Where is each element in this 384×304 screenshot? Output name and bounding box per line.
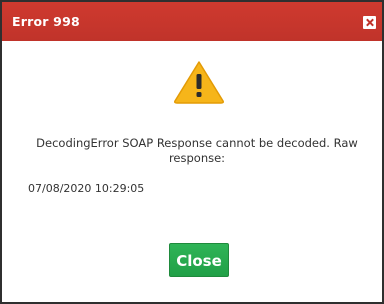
error-timestamp: 07/08/2020 10:29:05	[28, 182, 145, 195]
dialog-title: Error 998	[12, 14, 80, 29]
close-icon[interactable]	[363, 16, 376, 29]
close-button[interactable]: Close	[169, 243, 229, 277]
error-message: DecodingError SOAP Response cannot be de…	[36, 136, 358, 165]
error-dialog: Error 998 DecodingError SOAP Response ca…	[0, 0, 384, 304]
warning-triangle-icon	[174, 61, 224, 104]
dialog-titlebar: Error 998	[2, 2, 382, 41]
